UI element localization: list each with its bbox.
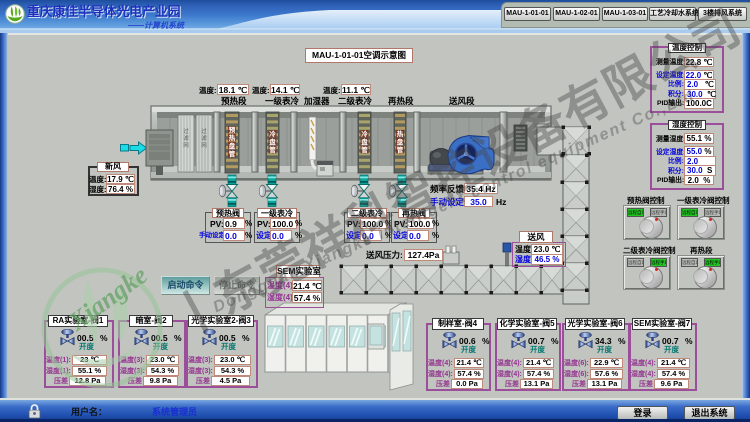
svg-text:管: 管	[229, 149, 236, 158]
svg-text:滤: 滤	[183, 134, 189, 142]
svg-text:盘: 盘	[397, 137, 404, 146]
svg-text:盘: 盘	[229, 141, 236, 150]
svg-text:预: 预	[229, 125, 236, 134]
svg-text:管: 管	[269, 145, 276, 154]
svg-text:冷: 冷	[269, 129, 276, 138]
svg-text:过: 过	[201, 127, 207, 135]
svg-text:过: 过	[183, 127, 189, 135]
svg-text:网: 网	[201, 142, 207, 149]
svg-text:热: 热	[229, 133, 236, 142]
svg-text:盘: 盘	[269, 137, 276, 146]
svg-text:网: 网	[183, 142, 189, 149]
svg-text:盘: 盘	[361, 137, 368, 146]
svg-text:管: 管	[361, 145, 368, 154]
svg-text:滤: 滤	[201, 134, 207, 142]
svg-text:管: 管	[397, 145, 404, 154]
svg-text:冷: 冷	[361, 129, 368, 138]
svg-text:热: 热	[397, 129, 404, 138]
